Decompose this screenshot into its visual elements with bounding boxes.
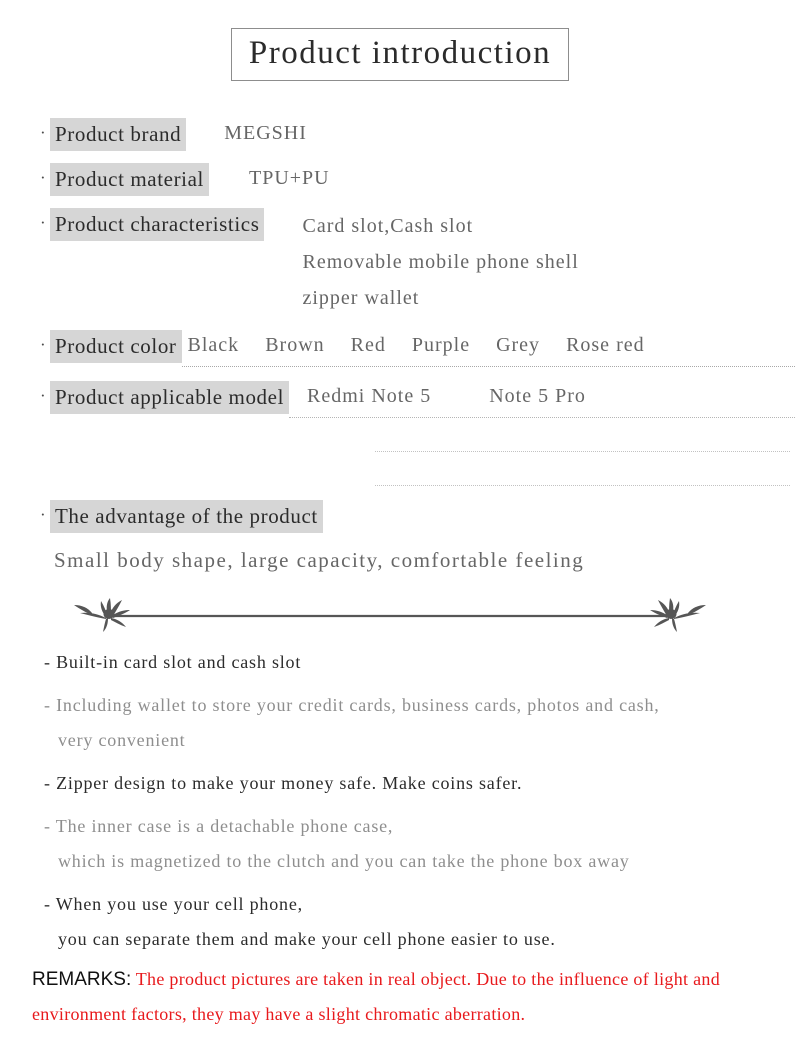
spec-value-brand: MEGSHI: [224, 122, 307, 144]
spec-row-characteristics: · Product characteristics Card slot,Cash…: [40, 208, 795, 316]
feature-line: - When you use your cell phone,: [44, 894, 303, 914]
spec-label-color: Product color: [50, 330, 182, 363]
spec-row-color: · Product color Black Brown Red Purple G…: [40, 330, 795, 367]
feature-line: - Including wallet to store your credit …: [44, 695, 660, 715]
ornamental-divider: [62, 588, 718, 632]
feature-item: - The inner case is a detachable phone c…: [44, 809, 789, 879]
advantage-heading-row: · The advantage of the product: [40, 500, 780, 533]
spec-list: · Product brand MEGSHI · Product materia…: [40, 118, 795, 486]
feature-line: - Built-in card slot and cash slot: [44, 652, 302, 672]
blank-dotted-line: [375, 452, 790, 486]
feature-line: you can separate them and make your cell…: [58, 929, 556, 949]
feature-line: which is magnetized to the clutch and yo…: [58, 851, 630, 871]
page-title-frame: Product introduction: [230, 28, 570, 82]
bullet-dot-icon: ·: [40, 123, 46, 142]
bullet-dot-icon: ·: [40, 386, 46, 405]
bullet-dot-icon: ·: [40, 168, 46, 187]
advantage-section: · The advantage of the product Small bod…: [40, 500, 780, 575]
advantage-label: The advantage of the product: [50, 500, 323, 533]
color-option: Black: [187, 334, 240, 356]
remarks-text: The product pictures are taken in real o…: [32, 969, 721, 1024]
color-option: Rose red: [566, 334, 645, 356]
model-option-list: Redmi Note 5 Note 5 Pro: [289, 381, 795, 418]
feature-item: - Including wallet to store your credit …: [44, 688, 789, 758]
bullet-dot-icon: ·: [40, 335, 46, 354]
blank-dotted-lines: [375, 418, 790, 486]
remarks-label: REMARKS:: [32, 969, 132, 990]
color-option: Grey: [496, 334, 541, 356]
feature-line: very convenient: [58, 730, 186, 750]
spec-label-brand: Product brand: [50, 118, 187, 151]
product-introduction-page: Product introduction · Product brand MEG…: [0, 0, 800, 1050]
color-option: Purple: [411, 334, 471, 356]
spec-value-characteristics: Card slot,Cash slot Removable mobile pho…: [302, 208, 578, 316]
page-title-container: Product introduction: [0, 28, 800, 82]
model-option: Redmi Note 5: [307, 385, 432, 407]
spec-row-material: · Product material TPU+PU: [40, 163, 795, 196]
spec-value-material: TPU+PU: [248, 167, 330, 189]
feature-item: - Built-in card slot and cash slot: [44, 645, 789, 680]
bullet-dot-icon: ·: [40, 213, 46, 232]
feature-item: - When you use your cell phone, you can …: [44, 887, 789, 957]
feature-list: - Built-in card slot and cash slot - Inc…: [44, 645, 789, 965]
page-title: Product introduction: [248, 35, 552, 71]
feature-item: - Zipper design to make your money safe.…: [44, 766, 789, 801]
spec-row-model: · Product applicable model Redmi Note 5 …: [40, 381, 795, 418]
feature-line: - The inner case is a detachable phone c…: [44, 816, 394, 836]
color-option: Red: [350, 334, 386, 356]
color-option: Brown: [265, 334, 325, 356]
model-option: Note 5 Pro: [489, 385, 586, 407]
spec-label-material: Product material: [50, 163, 209, 196]
spec-row-brand: · Product brand MEGSHI: [40, 118, 795, 151]
remarks-block: REMARKS: The product pictures are taken …: [32, 962, 788, 1032]
advantage-tagline: Small body shape, large capacity, comfor…: [54, 548, 585, 572]
bullet-dot-icon: ·: [40, 505, 46, 524]
color-option-list: Black Brown Red Purple Grey Rose red: [181, 330, 795, 367]
characteristic-line: zipper wallet: [302, 287, 420, 309]
spec-label-characteristics: Product characteristics: [50, 208, 265, 241]
floral-divider-icon: [74, 598, 706, 632]
characteristic-line: Removable mobile phone shell: [302, 251, 579, 273]
feature-line: - Zipper design to make your money safe.…: [44, 773, 523, 793]
characteristic-line: Card slot,Cash slot: [302, 215, 474, 237]
spec-label-model: Product applicable model: [50, 381, 290, 414]
blank-dotted-line: [375, 418, 790, 452]
